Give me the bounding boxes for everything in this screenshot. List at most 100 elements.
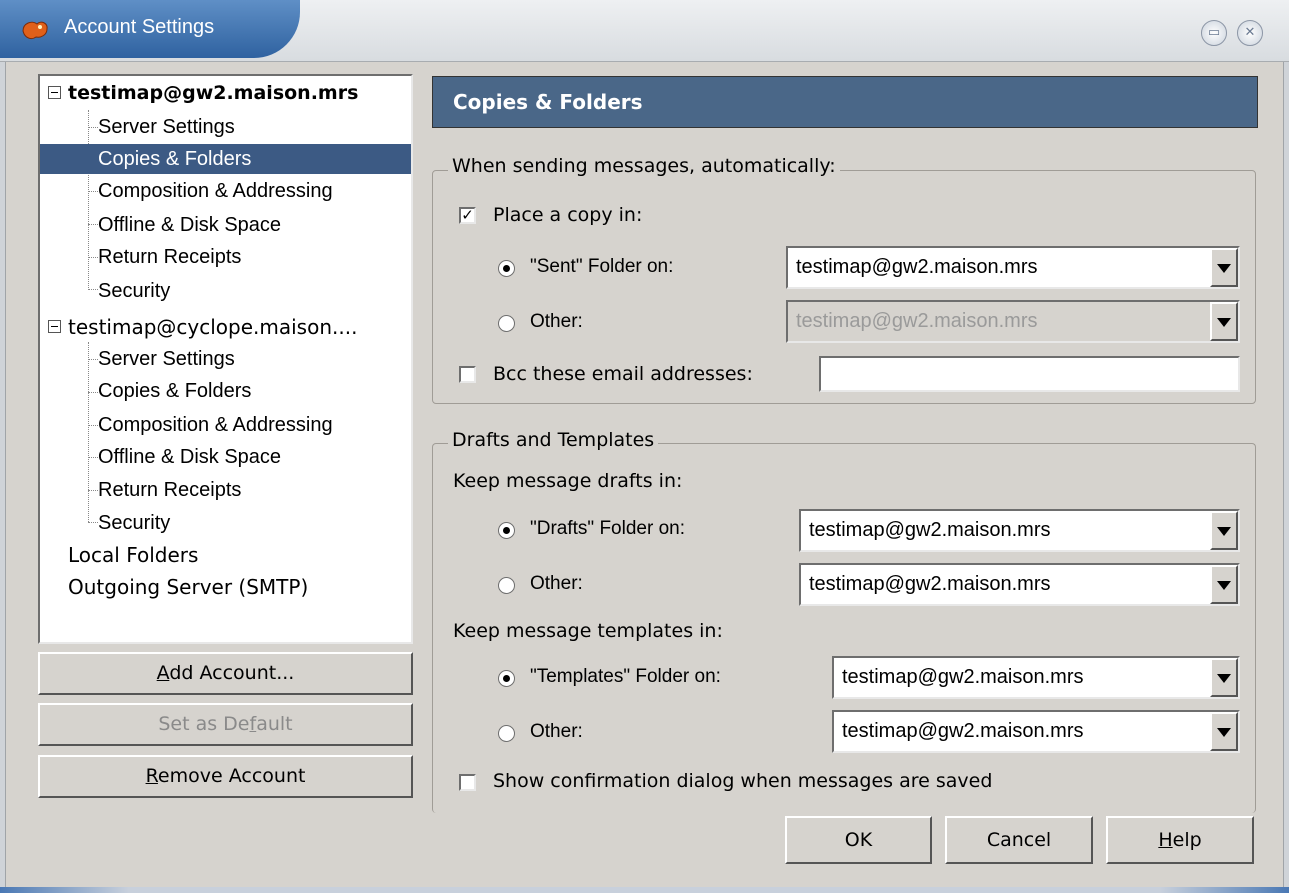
place-copy-checkbox[interactable]: ✓ <box>459 207 476 224</box>
app-logo-icon <box>22 21 48 40</box>
select-value: testimap@gw2.maison.mrs <box>842 720 1084 742</box>
tree-item-composition[interactable]: Composition & Addressing <box>98 176 333 206</box>
mnemonic: A <box>156 662 170 684</box>
button-label: emove Account <box>157 765 306 787</box>
show-confirm-checkbox[interactable] <box>459 774 476 791</box>
other-folder-select[interactable]: testimap@gw2.maison.mrs <box>786 300 1240 343</box>
tree-item-copies-folders[interactable]: Copies & Folders <box>98 376 251 406</box>
title-tab: Account Settings <box>0 0 300 58</box>
tree-item-server-settings[interactable]: Server Settings <box>98 344 235 374</box>
tree-item-security[interactable]: Security <box>98 508 170 538</box>
tree-item-security[interactable]: Security <box>98 276 170 306</box>
dropdown-arrow-icon[interactable] <box>1210 565 1238 604</box>
tree-branch <box>88 359 98 360</box>
tree-branch <box>88 392 98 393</box>
dropdown-arrow-icon[interactable] <box>1210 658 1238 697</box>
tree-branch <box>88 522 98 523</box>
cancel-button[interactable]: Cancel <box>945 816 1093 864</box>
sent-folder-radio[interactable] <box>498 260 515 277</box>
tree-item-offline[interactable]: Offline & Disk Space <box>98 442 281 472</box>
dropdown-arrow-icon[interactable] <box>1210 712 1238 751</box>
templates-other-radio[interactable] <box>498 725 515 742</box>
bcc-label: Bcc these email addresses: <box>493 363 753 385</box>
button-label: ault <box>256 713 293 735</box>
select-value: testimap@gw2.maison.mrs <box>796 310 1038 332</box>
collapse-icon[interactable] <box>48 86 61 99</box>
tree-item-offline[interactable]: Offline & Disk Space <box>98 210 281 240</box>
window-frame-left <box>0 62 6 893</box>
tree-item-local-folders[interactable]: Local Folders <box>68 540 198 570</box>
select-value: testimap@gw2.maison.mrs <box>796 256 1038 278</box>
drafts-folder-radio[interactable] <box>498 522 515 539</box>
tree-item-outgoing-server[interactable]: Outgoing Server (SMTP) <box>68 572 308 602</box>
tree-item-server-settings[interactable]: Server Settings <box>98 112 235 142</box>
dropdown-arrow-icon[interactable] <box>1210 302 1238 341</box>
place-copy-label: Place a copy in: <box>493 204 643 226</box>
tree-guide <box>88 110 89 290</box>
templates-folder-radio[interactable] <box>498 670 515 687</box>
sending-legend: When sending messages, automatically: <box>448 155 840 177</box>
set-default-button[interactable]: Set as Default <box>38 703 413 746</box>
keep-templates-label: Keep message templates in: <box>453 620 723 642</box>
tree-item-composition[interactable]: Composition & Addressing <box>98 410 333 440</box>
other-folder-label: Other: <box>530 311 583 332</box>
check-icon: ✓ <box>461 206 474 224</box>
drafts-other-radio[interactable] <box>498 577 515 594</box>
templates-folder-select[interactable]: testimap@gw2.maison.mrs <box>832 656 1240 699</box>
tree-branch <box>88 457 98 458</box>
remove-account-button[interactable]: Remove Account <box>38 755 413 798</box>
drafts-other-select[interactable]: testimap@gw2.maison.mrs <box>799 563 1240 606</box>
tree-branch <box>88 224 98 225</box>
window-frame-bottom <box>0 887 1289 893</box>
tree-branch <box>88 425 98 426</box>
help-button[interactable]: Help <box>1106 816 1254 864</box>
tree-branch <box>88 257 98 258</box>
tree-guide <box>88 342 89 522</box>
bcc-checkbox[interactable] <box>459 366 476 383</box>
templates-other-select[interactable]: testimap@gw2.maison.mrs <box>832 710 1240 753</box>
close-button[interactable]: ✕ <box>1237 20 1263 46</box>
window-frame-right <box>1283 62 1289 893</box>
drafts-legend: Drafts and Templates <box>448 429 659 451</box>
tree-account-cyclope[interactable]: testimap@cyclope.maison.... <box>68 312 357 342</box>
drafts-other-label: Other: <box>530 573 583 594</box>
drafts-folder-label: "Drafts" Folder on: <box>530 518 685 539</box>
tree-item-copies-folders[interactable]: Copies & Folders <box>40 144 411 174</box>
drafts-folder-select[interactable]: testimap@gw2.maison.mrs <box>799 509 1240 552</box>
collapse-icon[interactable] <box>48 320 61 333</box>
keep-drafts-label: Keep message drafts in: <box>453 470 683 492</box>
button-label: Set as De <box>158 713 250 735</box>
other-folder-radio[interactable] <box>498 315 515 332</box>
dropdown-arrow-icon[interactable] <box>1210 511 1238 550</box>
restore-icon: ▭ <box>1207 25 1221 40</box>
page-title: Copies & Folders <box>432 76 1258 128</box>
restore-button[interactable]: ▭ <box>1201 20 1227 46</box>
window-titlebar: Account Settings ▭ ✕ <box>0 0 1289 62</box>
tree-branch <box>88 289 98 290</box>
button-label: dd Account... <box>169 662 295 684</box>
select-value: testimap@gw2.maison.mrs <box>842 666 1084 688</box>
close-icon: ✕ <box>1244 25 1256 40</box>
sent-folder-select[interactable]: testimap@gw2.maison.mrs <box>786 246 1240 289</box>
select-value: testimap@gw2.maison.mrs <box>809 573 1051 595</box>
dropdown-arrow-icon[interactable] <box>1210 248 1238 287</box>
account-tree[interactable]: testimap@gw2.maison.mrs Server Settings … <box>38 74 413 644</box>
tree-item-return-receipts[interactable]: Return Receipts <box>98 475 241 505</box>
tree-account-gw2[interactable]: testimap@gw2.maison.mrs <box>68 78 358 108</box>
button-label: elp <box>1172 829 1202 851</box>
templates-folder-label: "Templates" Folder on: <box>530 666 721 687</box>
templates-other-label: Other: <box>530 721 583 742</box>
ok-button[interactable]: OK <box>785 816 932 864</box>
mnemonic: R <box>145 765 158 787</box>
add-account-button[interactable]: Add Account... <box>38 652 413 695</box>
tree-branch <box>88 490 98 491</box>
tree-branch <box>88 127 98 128</box>
tree-branch <box>88 191 98 192</box>
mnemonic: H <box>1158 829 1173 851</box>
tree-item-return-receipts[interactable]: Return Receipts <box>98 242 241 272</box>
sent-folder-label: "Sent" Folder on: <box>530 256 674 277</box>
select-value: testimap@gw2.maison.mrs <box>809 519 1051 541</box>
window-title: Account Settings <box>64 16 215 38</box>
bcc-input[interactable] <box>819 356 1240 392</box>
show-confirm-label: Show confirmation dialog when messages a… <box>493 770 993 792</box>
